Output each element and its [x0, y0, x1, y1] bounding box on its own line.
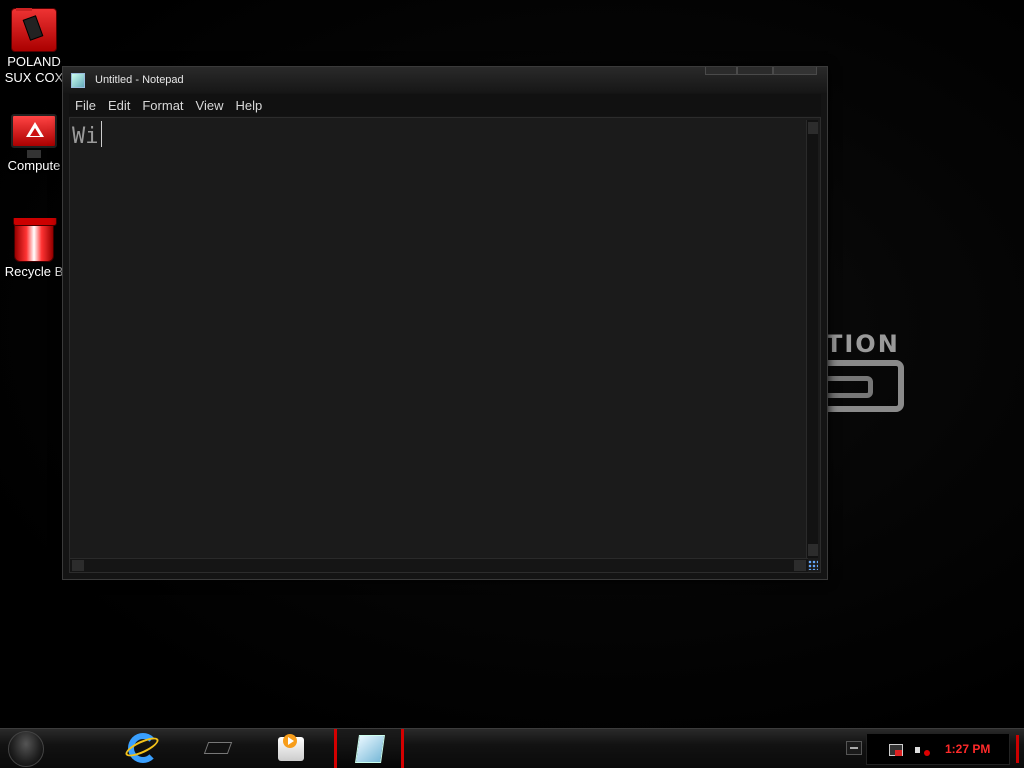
taskbar-notepad-button[interactable] [334, 729, 404, 768]
start-button[interactable] [8, 731, 44, 767]
show-hidden-icons-button[interactable] [846, 741, 862, 755]
notepad-window[interactable]: Untitled - Notepad File Edit Format View… [62, 66, 828, 580]
notepad-icon [355, 735, 385, 763]
notepad-icon[interactable] [71, 73, 85, 88]
system-tray: 1:27 PM [866, 733, 1010, 765]
close-button[interactable] [773, 67, 817, 75]
menu-bar: File Edit Format View Help [69, 94, 821, 116]
scroll-left-button[interactable] [72, 560, 84, 571]
window-title: Untitled - Notepad [95, 74, 184, 86]
desktop-icon-computer[interactable]: Compute [0, 114, 68, 174]
volume-muted-icon[interactable] [915, 744, 931, 758]
resize-grip[interactable] [808, 560, 818, 570]
editor-content[interactable]: Wi [72, 121, 102, 149]
horizontal-scrollbar[interactable] [70, 558, 808, 572]
taskbar: 1:27 PM [0, 728, 1024, 768]
folder-icon [11, 8, 57, 52]
media-player-icon[interactable] [276, 729, 306, 768]
scroll-right-button[interactable] [794, 560, 806, 571]
minimize-button[interactable] [705, 67, 737, 75]
desktop-icon-label: POLAND SUX COX [4, 54, 64, 85]
desktop-icon-folder[interactable]: POLAND SUX COX [0, 8, 68, 86]
menu-help[interactable]: Help [229, 94, 268, 116]
network-icon[interactable] [889, 744, 903, 756]
menu-edit[interactable]: Edit [102, 94, 136, 116]
title-bar[interactable]: Untitled - Notepad [63, 67, 827, 93]
maximize-button[interactable] [737, 67, 773, 75]
scroll-up-button[interactable] [808, 122, 818, 134]
text-editor[interactable]: Wi [69, 117, 821, 573]
recycle-bin-icon [13, 218, 57, 262]
menu-view[interactable]: View [190, 94, 230, 116]
vertical-scrollbar[interactable] [806, 120, 818, 558]
wallpaper-logo-shape [828, 360, 904, 412]
computer-icon [11, 114, 57, 158]
desktop-icon-label: Recycle B [4, 264, 64, 279]
menu-file[interactable]: File [69, 94, 102, 116]
caption-buttons [705, 67, 823, 75]
wallpaper-text: TION [826, 330, 900, 358]
wallpaper-logo: TION [826, 330, 906, 420]
desktop-icon-recycle-bin[interactable]: Recycle B [0, 218, 68, 280]
desktop-icon-label: Compute [7, 158, 61, 173]
show-desktop-button[interactable] [1016, 735, 1019, 763]
editor-text: Wi [72, 124, 99, 149]
clock[interactable]: 1:27 PM [945, 742, 990, 756]
internet-explorer-icon[interactable] [123, 729, 161, 768]
scroll-down-button[interactable] [808, 544, 818, 556]
windows-explorer-icon[interactable] [200, 729, 236, 768]
text-caret [100, 121, 102, 147]
menu-format[interactable]: Format [136, 94, 189, 116]
